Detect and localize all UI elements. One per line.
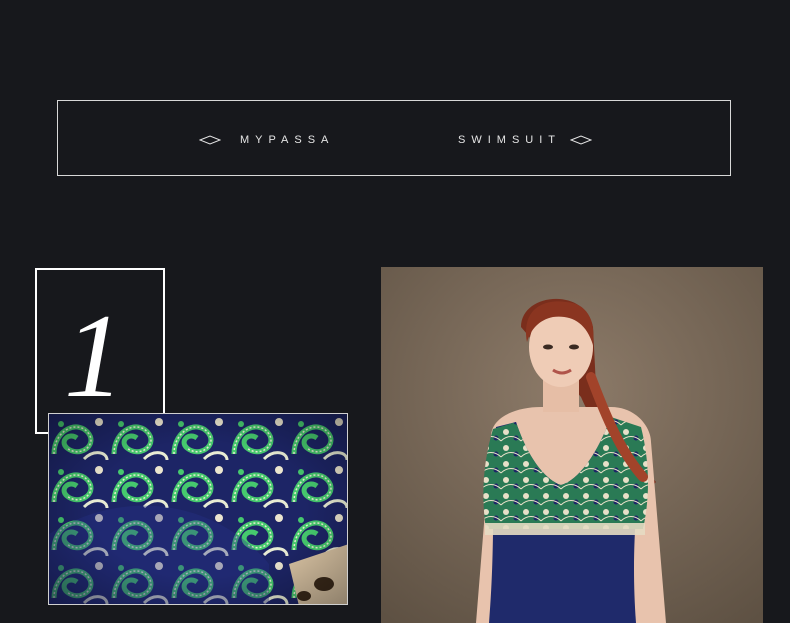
diamond-left-icon [199,135,221,145]
section-numeral: 1 [64,296,124,406]
brand-banner [57,100,731,176]
paisley-pattern-graphic [49,414,347,604]
diamond-right-icon [570,135,592,145]
product-name: SWIMSUIT [458,134,561,146]
brand-name: MYPASSA [240,134,335,146]
model-illustration [381,267,763,623]
svg-text:1: 1 [64,296,124,406]
fabric-detail-photo [48,413,348,605]
model-photo [381,267,763,623]
